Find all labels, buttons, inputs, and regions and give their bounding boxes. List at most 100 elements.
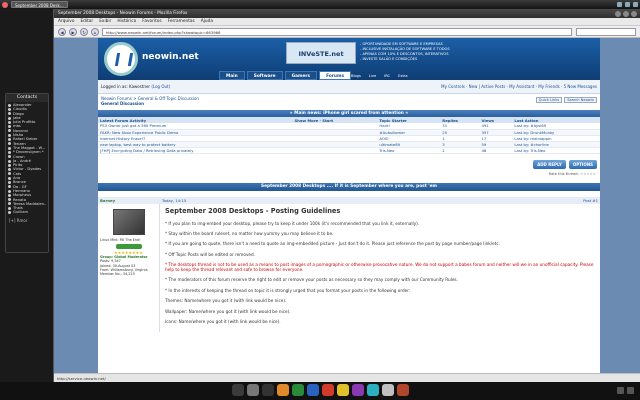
sub-nav-link[interactable]: IRC [384, 74, 390, 78]
status-dot-icon [8, 120, 11, 124]
table-cell[interactable]: Tris.Neo [377, 147, 441, 154]
dock-app-icon[interactable] [262, 384, 274, 396]
logged-in-label: Logged in as: Kawestner [101, 84, 151, 89]
post-date: Today, 14:15 [162, 197, 187, 203]
menu-item[interactable]: Exibir [99, 18, 111, 25]
contact-list: Alexander Claudio Diego Jake Julia Prufitto m… [6, 102, 48, 216]
nav-tab[interactable]: Gamers [284, 71, 318, 80]
dock-app-icon[interactable] [367, 384, 379, 396]
neowin-logo-icon[interactable] [104, 42, 138, 76]
post-paragraph: * Off Topic Posts will be edited or remo… [165, 251, 255, 257]
url-bar[interactable]: http://www.neowin.net/forum/index.php?sh… [102, 27, 572, 36]
table-cell: 48 [479, 147, 513, 154]
table-cell[interactable]: Last by: Tris.Neo [512, 147, 600, 154]
menu-item[interactable]: Ferramentas [168, 18, 195, 25]
post-title: September 2008 Desktops - Posting Guidel… [165, 206, 341, 215]
quick-links-select[interactable]: Quick Links [535, 97, 563, 103]
post-paragraph: * In the interests of keeping the thread… [165, 287, 411, 293]
menu-item[interactable]: Ajuda [201, 18, 213, 25]
status-dot-icon [8, 138, 11, 142]
post-header: Barney Today, 14:15 Post #1 [98, 196, 600, 204]
sub-nav-link[interactable]: Extra [398, 74, 408, 78]
logo-text: neowin.net [142, 52, 199, 62]
moderator-badge [115, 243, 142, 249]
flag-icon[interactable] [617, 387, 624, 394]
nav-tab[interactable]: Software [246, 71, 283, 80]
app-menu-icon[interactable] [2, 1, 8, 8]
user-links[interactable]: My Controls · New | Active Posts · My As… [441, 84, 597, 89]
user-bar: Logged in as: Kawestner (Log Out) My Con… [98, 80, 600, 94]
add-contact[interactable]: [+] Rmor [9, 218, 45, 223]
author-member-no: Member No.: 34,225 [100, 272, 135, 277]
forum-search-input[interactable]: Search Neowin [564, 97, 597, 103]
status-dot-icon [8, 189, 11, 193]
post-paragraph: Wallpaper: Name/where you got it (with l… [165, 308, 291, 314]
options-button[interactable]: OPTIONS [568, 159, 597, 169]
post-author[interactable]: Barney [100, 198, 162, 203]
post-paragraph: * If you plan to img-embed your desktop,… [165, 220, 420, 226]
post-number[interactable]: Post #1 [583, 198, 598, 203]
menu-item[interactable]: Arquivo [58, 18, 74, 25]
forward-icon[interactable]: ▶ [69, 27, 77, 36]
search-input[interactable] [576, 27, 636, 36]
nav-tab[interactable]: Main [219, 71, 245, 80]
status-dot-icon [8, 163, 11, 167]
post-paragraph: Icons: Name/where you got it (with link … [165, 319, 281, 325]
close-icon[interactable] [631, 10, 637, 17]
site-header: neowin.net INVeSTE.net - OPORTUNIDADE EM… [98, 38, 600, 80]
dock-app-icon[interactable] [307, 384, 319, 396]
status-dot-icon [8, 133, 11, 137]
status-dot-icon [8, 172, 11, 176]
dock-app-icon[interactable] [232, 384, 244, 396]
rate-thread[interactable]: Rate this thread: ☆☆☆☆☆ [98, 172, 600, 178]
menu-item[interactable]: Histórico [117, 18, 136, 25]
table-cell[interactable]: [FHP] Encrypting Data / Retrieving Data … [98, 147, 293, 154]
avatar[interactable] [112, 208, 145, 235]
nav-tab[interactable]: Forums [319, 71, 352, 80]
main-news-bar[interactable]: » Main news: iPhone girl scared from att… [98, 110, 600, 117]
add-reply-button[interactable]: ADD REPLY [533, 159, 566, 169]
dock-app-icon[interactable] [397, 384, 409, 396]
window-title: September 2008 Desktops - Neowin Forums … [58, 11, 188, 16]
dock-app-icon[interactable] [352, 384, 364, 396]
power-icon[interactable] [633, 2, 638, 7]
table-cell [292, 147, 378, 154]
volume-icon[interactable] [625, 2, 630, 7]
author-panel: Linux Mint: Fill The End! ★★★★★★★★ Group… [98, 203, 160, 333]
home-icon[interactable]: ⌂ [91, 27, 99, 36]
status-dot-icon [8, 103, 11, 107]
ad-text[interactable]: - OPORTUNIDADE EM SOFTWARE E EMPRESAS - I… [360, 42, 450, 62]
table-cell: 2 [440, 147, 480, 154]
clock-icon[interactable] [627, 387, 634, 394]
minimize-icon[interactable] [615, 10, 621, 17]
dock-app-icon[interactable] [337, 384, 349, 396]
sub-nav-link[interactable]: Blogs [351, 74, 361, 78]
contacts-title: Contacts [6, 94, 48, 102]
status-dot-icon [8, 206, 11, 210]
dock-app-icon[interactable] [292, 384, 304, 396]
status-dot-icon [8, 155, 11, 159]
maximize-icon[interactable] [623, 10, 629, 17]
web-page: neowin.net INVeSTE.net - OPORTUNIDADE EM… [54, 38, 640, 373]
sub-nav-link[interactable]: Live [369, 74, 376, 78]
status-dot-icon [8, 129, 11, 133]
dock-app-icon[interactable] [322, 384, 334, 396]
status-dot-icon [8, 202, 11, 206]
dock-app-icon[interactable] [277, 384, 289, 396]
breadcrumb-current[interactable]: General Discussion [101, 101, 597, 106]
back-icon[interactable]: ◀ [58, 27, 66, 36]
table-row[interactable]: [FHP] Encrypting Data / Retrieving Data … [98, 147, 600, 154]
menu-item[interactable]: Editar [80, 18, 93, 25]
logout-link[interactable]: (Log Out) [151, 84, 170, 89]
taskbar-firefox[interactable]: September 2008 Desk... [11, 1, 68, 8]
dock-app-icon[interactable] [382, 384, 394, 396]
ad-banner[interactable]: INVeSTE.net [286, 42, 356, 64]
contact-item[interactable]: Guilliam [8, 210, 46, 214]
dock-app-icon[interactable] [247, 384, 259, 396]
topic-title: September 2008 Desktops .... If it is Se… [98, 182, 600, 191]
reload-icon[interactable]: ↻ [80, 27, 88, 36]
menu-item[interactable]: Favoritos [142, 18, 161, 25]
network-icon[interactable] [617, 2, 622, 7]
ad-line[interactable]: - INVESTE SALÃO E CONDIÇÕES [360, 57, 450, 62]
contacts-widget: Contacts Alexander Claudio Diego Jake Julia … [5, 93, 49, 253]
